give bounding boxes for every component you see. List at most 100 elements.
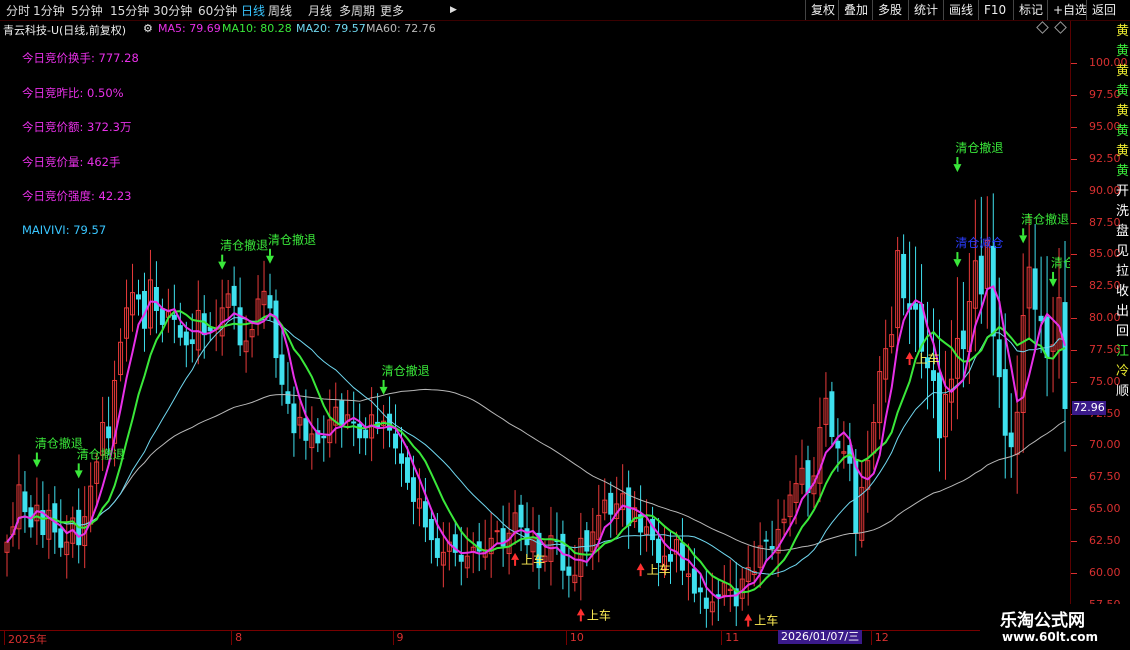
more-arrow-icon[interactable]: ▶ xyxy=(450,5,457,15)
sell-arrow-icon xyxy=(74,470,83,479)
toolbar-button[interactable]: 标记 xyxy=(1013,0,1048,20)
toolbar-button[interactable]: 画线 xyxy=(943,0,978,20)
period-tab[interactable]: 分时 xyxy=(6,2,30,19)
candle-body xyxy=(22,491,28,513)
sell-signal-label: 清仓撤退 xyxy=(955,140,1003,155)
candle-body xyxy=(422,501,428,528)
strip-glyph: 开 xyxy=(1116,184,1130,199)
toolbar-button[interactable]: 叠加 xyxy=(838,0,873,20)
period-tab[interactable]: 日线 xyxy=(241,2,265,19)
candle-body xyxy=(171,314,177,320)
sell-arrow-icon xyxy=(1019,235,1028,244)
buy-arrow-icon xyxy=(636,563,645,571)
brand-name: 乐淘公式网 xyxy=(1000,611,1085,631)
period-tab[interactable]: 15分钟 xyxy=(110,2,149,19)
current-price-tag: 72.96 xyxy=(1072,400,1106,415)
sell-arrow-icon xyxy=(953,259,962,268)
candle-body xyxy=(697,587,703,593)
candle-body xyxy=(279,354,285,385)
x-tick-label: 11 xyxy=(721,631,739,645)
period-tab[interactable]: 多周期 xyxy=(339,2,375,19)
date-cursor-label: 2026/01/07/三 xyxy=(778,630,863,644)
candle-body xyxy=(273,300,279,359)
candle-body xyxy=(399,453,404,464)
sell-signal-label: 清仓撤退 xyxy=(382,363,430,378)
candle-body xyxy=(351,421,357,424)
y-tick-mark xyxy=(1071,95,1077,97)
candle-body xyxy=(285,391,291,404)
toolbar-button[interactable]: 复权 xyxy=(805,0,840,20)
y-tick-mark xyxy=(1071,540,1077,542)
strip-glyph: 洗 xyxy=(1116,204,1130,219)
toolbar-button[interactable]: 多股 xyxy=(872,0,907,20)
candle-body xyxy=(58,528,64,548)
strip-glyph: 黄 xyxy=(1116,104,1130,119)
strip-glyph: 回 xyxy=(1116,324,1130,339)
sell-signal-label: 清仓撤退 xyxy=(77,446,125,461)
period-tab[interactable]: 30分钟 xyxy=(153,2,192,19)
candle-body xyxy=(357,423,363,439)
strip-glyph: 拉 xyxy=(1116,264,1130,279)
price-axis: 57.5060.0062.5065.0067.5070.0072.5075.00… xyxy=(1070,21,1128,631)
period-tab[interactable]: 5分钟 xyxy=(71,2,103,19)
candlestick-chart[interactable]: 清仓撤退清仓撤退清仓撤退 清仓撤退清仓撤退上车上车上车上车上车清仓减仓清仓撤退清仓… xyxy=(0,38,1070,630)
candle-body xyxy=(1038,315,1044,322)
sell-arrow-icon xyxy=(266,255,274,264)
candle-body xyxy=(960,330,966,350)
toolbar-button[interactable]: F10 xyxy=(978,0,1011,20)
period-tab[interactable]: 60分钟 xyxy=(198,2,237,19)
period-tab[interactable]: 1分钟 xyxy=(33,2,65,19)
candle-body xyxy=(901,253,907,299)
strip-glyph: 顺 xyxy=(1116,384,1130,399)
toolbar-button[interactable]: 返回 xyxy=(1086,0,1121,20)
sell-signal-label: 清仓撤退 xyxy=(1021,211,1069,226)
candle-body xyxy=(267,295,273,309)
sell-arrow-icon xyxy=(953,164,962,173)
buy-signal-label: 上车 xyxy=(754,613,778,628)
y-tick-mark xyxy=(1071,158,1077,160)
settings-icon[interactable]: ⚙ xyxy=(143,22,153,35)
x-tick-label: 12 xyxy=(870,631,889,645)
candle-body xyxy=(835,440,841,449)
period-tab[interactable]: 更多 xyxy=(380,2,404,19)
x-tick-label: 8 xyxy=(231,631,242,645)
strip-glyph: 收 xyxy=(1116,284,1130,299)
candle-body xyxy=(936,372,942,439)
buy-arrow-icon xyxy=(744,613,753,621)
candle-body xyxy=(703,597,709,609)
candle-body xyxy=(691,568,697,594)
period-tab[interactable]: 月线 xyxy=(308,2,332,19)
toolbar-button[interactable]: 统计 xyxy=(908,0,943,20)
buy-arrow-icon xyxy=(576,608,585,616)
candle-body xyxy=(237,307,243,346)
ma5-value: MA5: 79.69 xyxy=(158,22,221,35)
watermark: 乐淘公式网 www.60lt.com xyxy=(980,604,1130,650)
candle-body xyxy=(608,492,614,515)
candle-body xyxy=(458,554,464,562)
signal-strip: 黄黄黄黄黄黄黄黄开洗盘见拉收出回江冷顺 xyxy=(1115,21,1130,601)
stat-line: 今日竞价换手: 777.28 xyxy=(22,51,139,65)
stat-line: 今日竞价额: 372.3万 xyxy=(22,120,132,134)
stock-title[interactable]: 青云科技-U(日线,前复权) xyxy=(3,22,126,38)
strip-glyph: 见 xyxy=(1116,244,1130,259)
candle-body xyxy=(363,429,369,439)
sell-signal-label: 清仓减仓 xyxy=(955,236,1003,250)
candle-body xyxy=(518,504,524,528)
x-tick-label: 9 xyxy=(392,631,404,645)
ma10-value: MA10: 80.28 xyxy=(222,22,292,35)
candle-body xyxy=(1032,268,1038,310)
candle-body xyxy=(339,400,345,426)
candle-body xyxy=(410,477,416,502)
candle-body xyxy=(769,546,775,550)
candle-body xyxy=(52,503,58,533)
sell-arrow-icon xyxy=(1049,278,1058,287)
sell-signal-label: 清仓撤退 xyxy=(220,238,268,253)
strip-glyph: 黄 xyxy=(1116,124,1130,139)
candle-body xyxy=(656,538,662,564)
stat-line: MAIVIVI: 79.57 xyxy=(22,222,107,237)
stat-line: 今日竞价强度: 42.23 xyxy=(22,189,132,203)
period-tab[interactable]: 周线 xyxy=(268,2,292,19)
y-tick-mark xyxy=(1071,445,1077,447)
sell-arrow-icon xyxy=(218,261,227,270)
buy-signal-label: 上车 xyxy=(587,607,611,622)
